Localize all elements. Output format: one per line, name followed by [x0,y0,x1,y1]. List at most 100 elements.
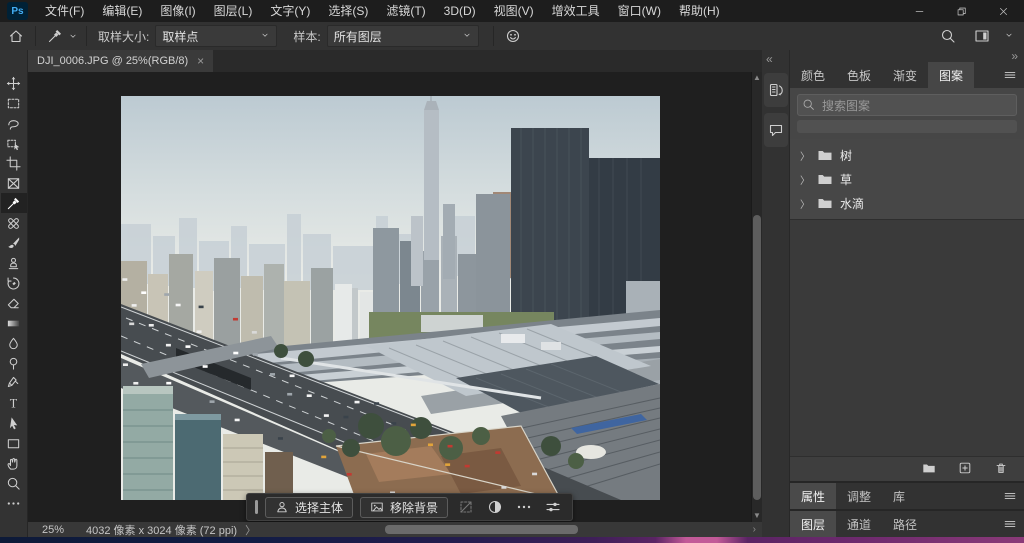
search-icon [802,98,815,111]
search-box[interactable] [797,94,1017,116]
pattern-folder-树[interactable]: 〉树 [790,143,1024,167]
history-brush-tool[interactable] [1,273,27,293]
sliders-button[interactable] [542,497,564,517]
crop-tool[interactable] [1,153,27,173]
menubar-item[interactable]: 视图(V) [485,0,543,22]
horizontal-scrollbar-thumb[interactable] [385,525,578,534]
dodge-tool[interactable] [1,353,27,373]
tool-preset-chevron[interactable] [67,24,79,48]
spot-healing-tool[interactable] [1,213,27,233]
expand-chevron-icon[interactable]: 〉 [800,172,810,187]
hand-tool[interactable] [1,453,27,473]
path-selection-tool[interactable] [1,413,27,433]
eraser-tool[interactable] [1,293,27,313]
panel-menu-button[interactable] [1003,483,1024,509]
expand-chevron-icon[interactable]: 〉 [800,148,810,163]
zoom-level-field[interactable]: 25% [42,524,64,536]
hand-icon [6,456,21,471]
eyedropper-icon [6,196,21,211]
eyedropper-tool-preset[interactable] [43,24,67,48]
tab-图层[interactable]: 图层 [790,511,836,537]
zoom-tool[interactable] [1,473,27,493]
sample-dropdown[interactable]: 所有图层 [327,25,479,47]
vertical-scrollbar[interactable]: ▲ ▼ [751,72,762,522]
trash-button[interactable] [994,461,1008,478]
tab-调整[interactable]: 调整 [836,483,882,509]
menubar-item[interactable]: 编辑(E) [93,0,151,22]
move-tool[interactable] [1,73,27,93]
type-tool[interactable]: T [1,393,27,413]
menubar-item[interactable]: 窗口(W) [609,0,670,22]
expand-dock-icon[interactable]: » [790,50,1024,62]
tab-路径[interactable]: 路径 [882,511,928,537]
crop-icon [6,156,21,171]
rectangular-marquee-tool[interactable] [1,93,27,113]
选择主体-button[interactable]: 选择主体 [265,497,353,518]
close-tab-icon[interactable]: × [197,54,204,68]
sample-size-dropdown[interactable]: 取样点 [155,25,277,47]
expand-chevron-icon[interactable]: 〉 [800,196,810,211]
folder-button[interactable] [922,461,936,478]
history-panel-button[interactable] [764,73,788,107]
minimize-window-button[interactable] [898,0,940,22]
menubar-item[interactable]: 图像(I) [151,0,204,22]
menubar-item[interactable]: 文件(F) [36,0,93,22]
brush-tool[interactable] [1,233,27,253]
rectangle-shape-tool[interactable] [1,433,27,453]
collapse-dock-icon[interactable]: « [766,52,773,66]
menubar-item[interactable]: 滤镜(T) [377,0,434,22]
lasso-tool[interactable] [1,113,27,133]
tab-颜色[interactable]: 颜色 [790,62,836,88]
photoshop-window: Ps 文件(F)编辑(E)图像(I)图层(L)文字(Y)选择(S)滤镜(T)3D… [0,0,1024,543]
menubar-item[interactable]: 选择(S) [319,0,377,22]
restore-window-button[interactable] [940,0,982,22]
person-icon [275,500,289,514]
panel-menu-button[interactable] [1003,511,1024,537]
menubar-item[interactable]: 帮助(H) [670,0,729,22]
workspace-button[interactable] [970,24,994,48]
frame-tool[interactable] [1,173,27,193]
close-window-button[interactable] [982,0,1024,22]
pattern-search-input[interactable] [820,95,1016,117]
tab-通道[interactable]: 通道 [836,511,882,537]
scroll-right-icon[interactable]: › [753,524,756,535]
taskbar-grip[interactable] [255,500,258,514]
canvas-area[interactable]: 选择主体移除背景 ▲ ▼ [28,72,762,522]
tab-渐变[interactable]: 渐变 [882,62,928,88]
vertical-scrollbar-thumb[interactable] [753,215,761,500]
image-icon [370,500,384,514]
object-selection-tool[interactable] [1,133,27,153]
panel-menu-button[interactable] [1003,62,1024,88]
search-button[interactable] [936,24,960,48]
menubar-item[interactable]: 文字(Y) [261,0,319,22]
tab-库[interactable]: 库 [882,483,916,509]
menubar-item[interactable]: 图层(L) [205,0,262,22]
eyedropper-tool[interactable] [1,193,27,213]
gradient-tool[interactable] [1,313,27,333]
tab-属性[interactable]: 属性 [790,483,836,509]
status-chevron-icon[interactable]: 〉 [245,522,256,538]
tab-色板[interactable]: 色板 [836,62,882,88]
scroll-up-icon[interactable]: ▲ [753,74,761,82]
pattern-folder-水滴[interactable]: 〉水滴 [790,191,1024,215]
ellipsis-tool[interactable] [1,493,27,513]
ellipsis-button[interactable] [513,497,535,517]
menubar-item[interactable]: 3D(D) [435,0,485,22]
comment-button[interactable] [764,113,788,147]
blur-tool[interactable] [1,333,27,353]
clone-stamp-tool[interactable] [1,253,27,273]
plus-square-button[interactable] [958,461,972,478]
half-circle-button[interactable] [484,497,506,517]
home-button[interactable] [4,24,28,48]
canvas-photo[interactable] [121,96,660,500]
pen-tool[interactable] [1,373,27,393]
workspace-chevron[interactable] [1004,29,1014,43]
document-tab[interactable]: DJI_0006.JPG @ 25%(RGB/8) × [28,50,213,72]
menubar-item[interactable]: 增效工具 [543,0,609,22]
scroll-down-icon[interactable]: ▼ [753,512,761,520]
tab-图案[interactable]: 图案 [928,62,974,88]
marquee-small-button[interactable] [455,497,477,517]
pattern-folder-草[interactable]: 〉草 [790,167,1024,191]
sampling-ring-toggle[interactable] [501,24,525,48]
移除背景-button[interactable]: 移除背景 [360,497,448,518]
